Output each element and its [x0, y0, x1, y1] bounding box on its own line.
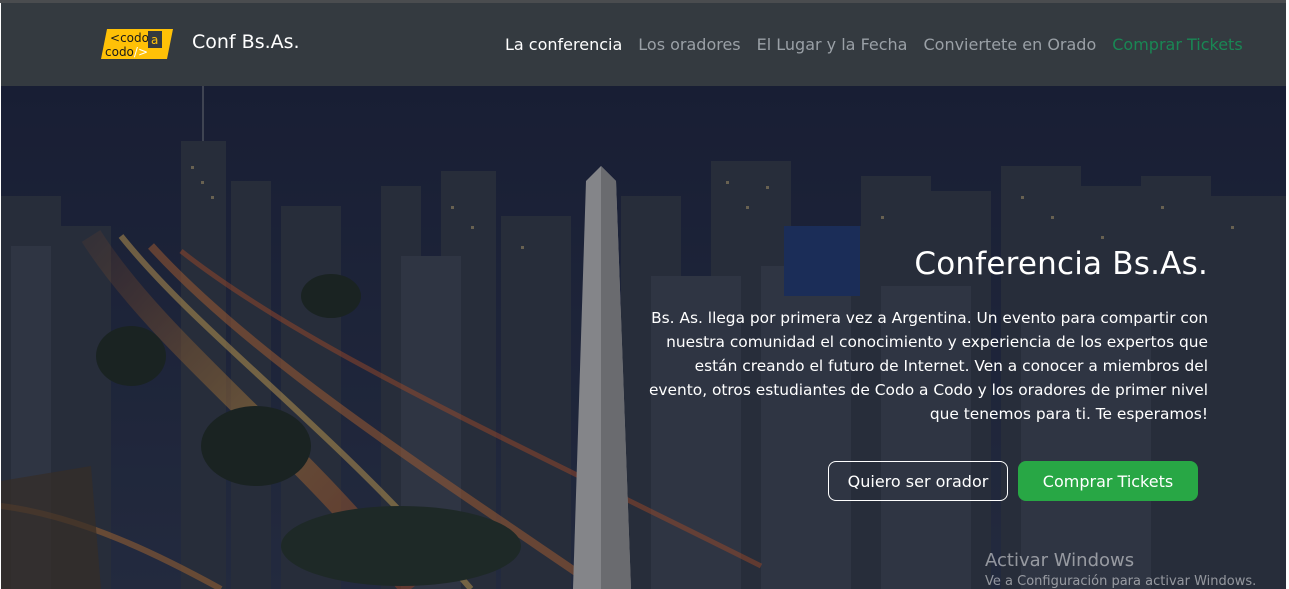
watermark-title: Activar Windows	[985, 550, 1135, 571]
nav-link-los-oradores[interactable]: Los oradores	[638, 35, 740, 54]
hero-description: Bs. As. llega por primera vez a Argentin…	[648, 309, 1208, 423]
hero-content: Conferencia Bs.As. Bs. As. llega por pri…	[608, 246, 1208, 426]
codo-a-codo-logo[interactable]: <codo codo/> a	[101, 27, 173, 61]
quiero-ser-orador-button[interactable]: Quiero ser orador	[828, 461, 1008, 501]
svg-text:a: a	[151, 33, 158, 47]
windows-activation-watermark: Activar Windows Ve a Configuración para …	[985, 550, 1256, 589]
hero-section: Conferencia Bs.As. Bs. As. llega por pri…	[1, 86, 1286, 589]
nav-link-comprar-tickets[interactable]: Comprar Tickets	[1112, 35, 1242, 54]
nav-link-conviertete-en-orador[interactable]: Conviertete en Orado	[923, 35, 1096, 54]
nav-link-el-lugar-y-la-fecha[interactable]: El Lugar y la Fecha	[757, 35, 908, 54]
svg-text:<codo: <codo	[110, 31, 149, 45]
watermark-subtitle: Ve a Configuración para activar Windows.	[985, 574, 1257, 589]
nav-links: La conferencia Los oradores El Lugar y l…	[505, 35, 1243, 54]
nav-link-la-conferencia[interactable]: La conferencia	[505, 35, 622, 54]
comprar-tickets-button[interactable]: Comprar Tickets	[1018, 461, 1198, 501]
navbar: <codo codo/> a Conf Bs.As. La conferenci…	[1, 3, 1286, 86]
hero-title: Conferencia Bs.As.	[914, 246, 1208, 282]
page: <codo codo/> a Conf Bs.As. La conferenci…	[0, 0, 1289, 589]
svg-text:codo/>: codo/>	[105, 45, 148, 59]
brand-title[interactable]: Conf Bs.As.	[192, 31, 300, 53]
